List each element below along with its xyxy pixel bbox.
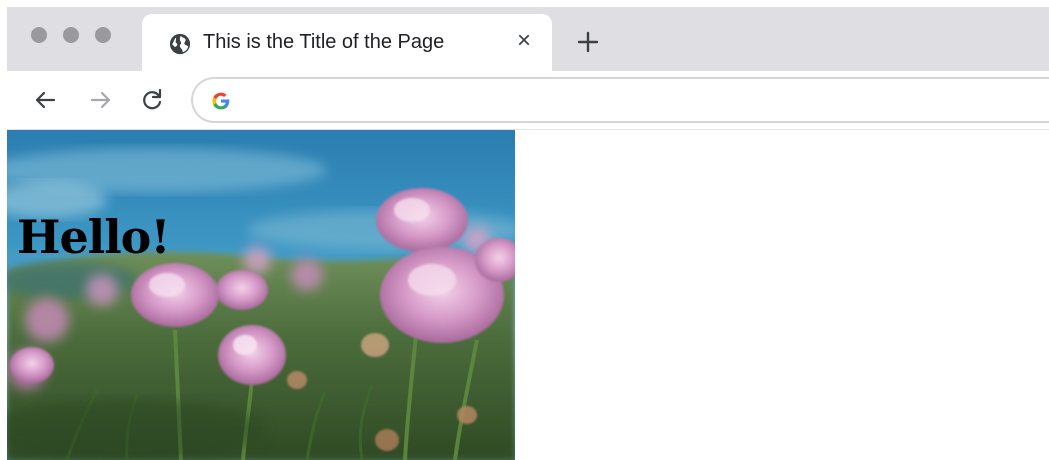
google-g-icon — [212, 92, 230, 110]
arrow-right-icon[interactable] — [86, 85, 116, 115]
hero-image — [7, 130, 515, 460]
plus-icon[interactable] — [573, 27, 603, 57]
pink-flowers-photo — [7, 130, 515, 460]
browser-window: This is the Title of the Page × Hello! — [7, 7, 1049, 460]
close-icon: × — [516, 27, 531, 54]
maximize-window-dot[interactable] — [95, 27, 111, 43]
globe-icon — [169, 33, 191, 55]
page-content: Hello! — [7, 130, 1049, 460]
close-window-dot[interactable] — [31, 27, 47, 43]
arrow-left-icon[interactable] — [30, 85, 60, 115]
tab-close-button[interactable]: × — [509, 26, 539, 56]
address-bar[interactable] — [191, 77, 1049, 123]
active-tab[interactable]: This is the Title of the Page × — [142, 14, 552, 71]
tab-title: This is the Title of the Page — [203, 31, 445, 53]
minimize-window-dot[interactable] — [63, 27, 79, 43]
address-input[interactable] — [245, 85, 1029, 117]
page-heading: Hello! — [17, 210, 171, 264]
reload-icon[interactable] — [137, 85, 167, 115]
tab-strip: This is the Title of the Page × — [7, 7, 1049, 71]
browser-toolbar — [7, 71, 1049, 129]
